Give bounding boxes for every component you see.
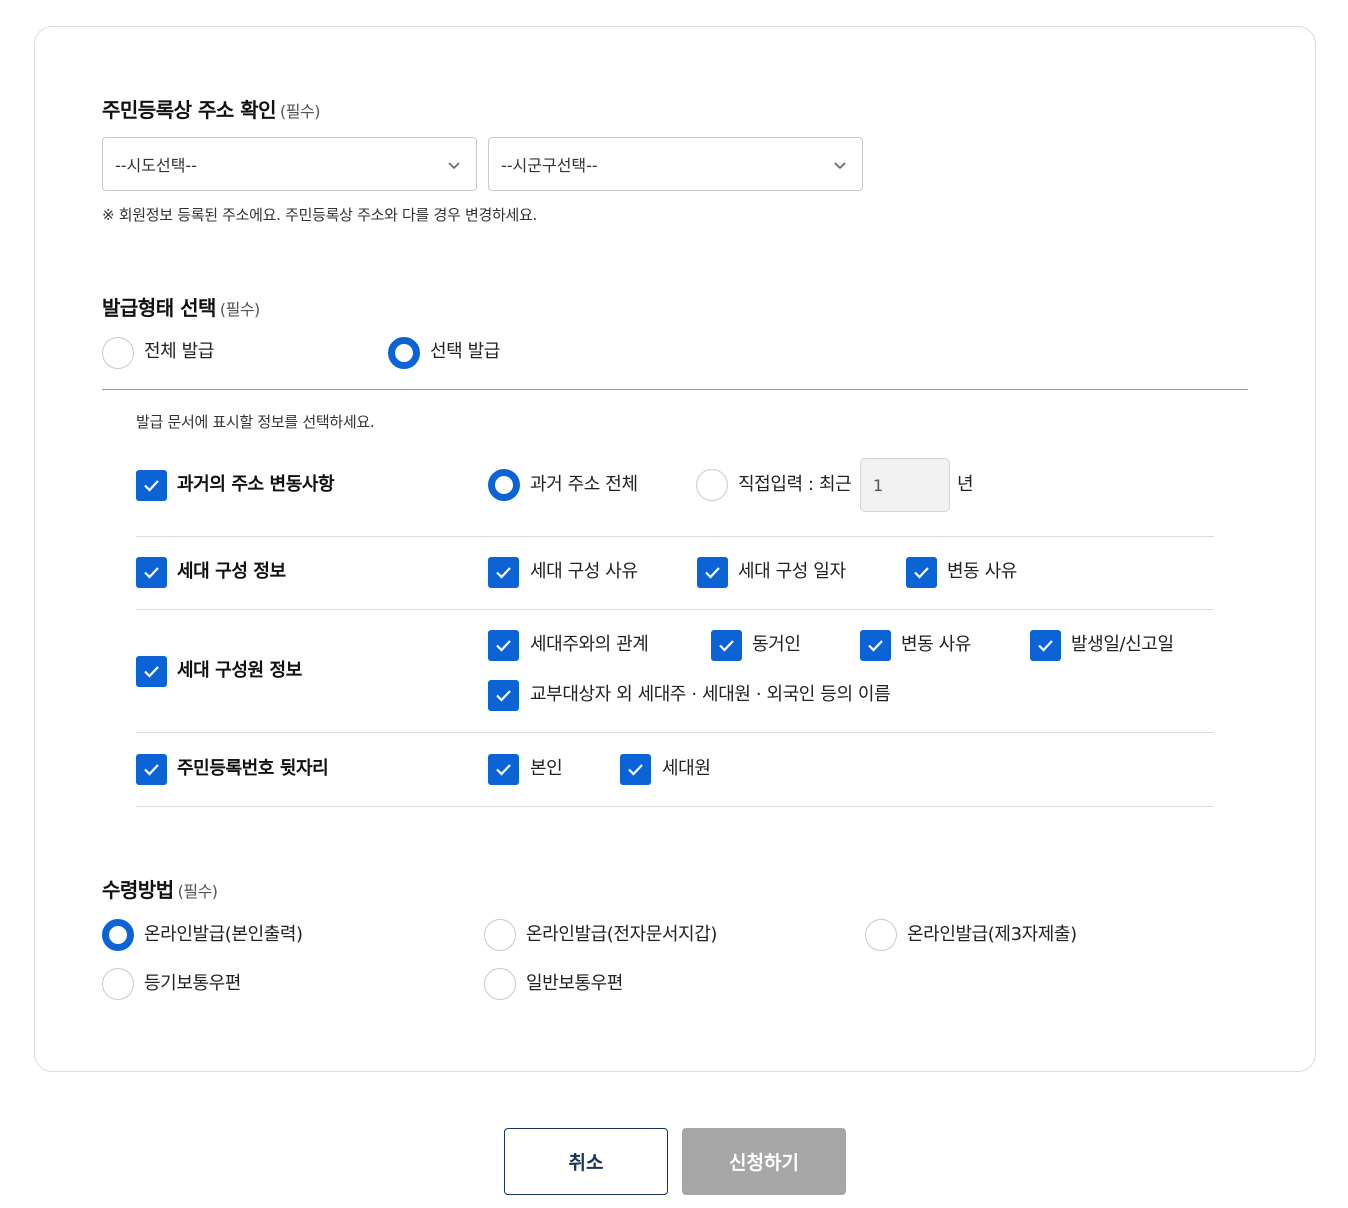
required-mark: (필수) <box>280 102 320 121</box>
row-divider <box>136 732 1214 733</box>
issue-select-radio[interactable] <box>388 337 420 369</box>
household-reason-label[interactable]: 세대 구성 사유 <box>530 561 638 583</box>
names-checkbox[interactable] <box>488 680 519 711</box>
check-icon <box>868 640 883 652</box>
receive-section-title: 수령방법 (필수) <box>102 874 218 903</box>
check-icon <box>496 690 511 702</box>
household-change-label[interactable]: 변동 사유 <box>947 561 1017 583</box>
cancel-button[interactable]: 취소 <box>504 1128 668 1195</box>
receive-online-third-radio[interactable] <box>865 919 897 951</box>
cohabitant-checkbox[interactable] <box>711 630 742 661</box>
household-change-checkbox[interactable] <box>906 557 937 588</box>
submit-button[interactable]: 신청하기 <box>682 1128 846 1195</box>
report-date-label[interactable]: 발생일/신고일 <box>1071 634 1174 656</box>
address-title-text: 주민등록상 주소 확인 <box>102 98 277 122</box>
address-note: ※ 회원정보 등록된 주소에요. 주민등록상 주소와 다를 경우 변경하세요. <box>102 206 537 224</box>
receive-registered-mail-label[interactable]: 등기보통우편 <box>144 973 241 995</box>
past-address-direct-radio[interactable] <box>696 469 728 501</box>
issue-all-label[interactable]: 전체 발급 <box>144 341 214 363</box>
relation-label[interactable]: 세대주와의 관계 <box>530 634 649 656</box>
household-checkbox[interactable] <box>136 557 167 588</box>
check-icon <box>914 567 929 579</box>
rrn-suffix-checkbox[interactable] <box>136 754 167 785</box>
address-section-title: 주민등록상 주소 확인 (필수) <box>102 94 320 123</box>
past-address-checkbox[interactable] <box>136 470 167 501</box>
receive-regular-mail-label[interactable]: 일반보통우편 <box>526 973 623 995</box>
members-label: 세대 구성원 정보 <box>177 660 302 681</box>
sido-select-value: --시도선택-- <box>115 156 197 175</box>
row-divider <box>136 609 1214 610</box>
household-member-label[interactable]: 세대원 <box>662 758 711 780</box>
receive-regular-mail-radio[interactable] <box>484 968 516 1000</box>
receive-online-self-radio[interactable] <box>102 919 134 951</box>
rrn-suffix-label: 주민등록번호 뒷자리 <box>177 758 329 779</box>
household-date-label[interactable]: 세대 구성 일자 <box>738 561 846 583</box>
check-icon <box>1038 640 1053 652</box>
names-label[interactable]: 교부대상자 외 세대주 · 세대원 · 외국인 등의 이름 <box>530 684 891 706</box>
household-reason-checkbox[interactable] <box>488 557 519 588</box>
check-icon <box>705 567 720 579</box>
check-icon <box>144 567 159 579</box>
years-unit: 년 <box>957 474 974 495</box>
past-address-all-radio[interactable] <box>488 469 520 501</box>
self-label[interactable]: 본인 <box>530 758 563 780</box>
check-icon <box>496 640 511 652</box>
self-checkbox[interactable] <box>488 754 519 785</box>
divider <box>102 389 1248 390</box>
chevron-down-icon <box>448 162 460 170</box>
years-input[interactable]: 1 <box>860 458 950 512</box>
receive-online-self-label[interactable]: 온라인발급(본인출력) <box>144 924 303 946</box>
check-icon <box>496 567 511 579</box>
row-divider <box>136 536 1214 537</box>
member-change-label[interactable]: 변동 사유 <box>901 634 971 656</box>
sigungu-select[interactable]: --시군구선택-- <box>488 137 863 191</box>
member-change-checkbox[interactable] <box>860 630 891 661</box>
chevron-down-icon <box>834 162 846 170</box>
sigungu-select-value: --시군구선택-- <box>501 156 598 175</box>
check-icon <box>719 640 734 652</box>
cohabitant-label[interactable]: 동거인 <box>752 634 801 656</box>
issue-type-section-title: 발급형태 선택 (필수) <box>102 292 260 321</box>
past-address-all-label[interactable]: 과거 주소 전체 <box>530 474 638 496</box>
required-mark: (필수) <box>177 882 218 901</box>
issue-select-label[interactable]: 선택 발급 <box>430 341 500 363</box>
issue-type-title-text: 발급형태 선택 <box>102 296 216 320</box>
receive-title-text: 수령방법 <box>102 878 174 902</box>
check-icon <box>496 764 511 776</box>
past-address-label: 과거의 주소 변동사항 <box>177 474 335 495</box>
past-address-direct-label[interactable]: 직접입력 : 최근 <box>738 474 852 496</box>
required-mark: (필수) <box>219 300 260 319</box>
check-icon <box>144 480 159 492</box>
check-icon <box>628 764 643 776</box>
household-label: 세대 구성 정보 <box>177 561 286 582</box>
row-divider <box>136 806 1214 807</box>
receive-online-third-label[interactable]: 온라인발급(제3자제출) <box>907 924 1077 946</box>
receive-registered-mail-radio[interactable] <box>102 968 134 1000</box>
receive-online-wallet-label[interactable]: 온라인발급(전자문서지갑) <box>526 924 717 946</box>
report-date-checkbox[interactable] <box>1030 630 1061 661</box>
household-member-checkbox[interactable] <box>620 754 651 785</box>
members-checkbox[interactable] <box>136 656 167 687</box>
household-date-checkbox[interactable] <box>697 557 728 588</box>
relation-checkbox[interactable] <box>488 630 519 661</box>
sido-select[interactable]: --시도선택-- <box>102 137 477 191</box>
issue-all-radio[interactable] <box>102 337 134 369</box>
issue-instruction: 발급 문서에 표시할 정보를 선택하세요. <box>136 413 375 431</box>
check-icon <box>144 764 159 776</box>
receive-online-wallet-radio[interactable] <box>484 919 516 951</box>
check-icon <box>144 666 159 678</box>
